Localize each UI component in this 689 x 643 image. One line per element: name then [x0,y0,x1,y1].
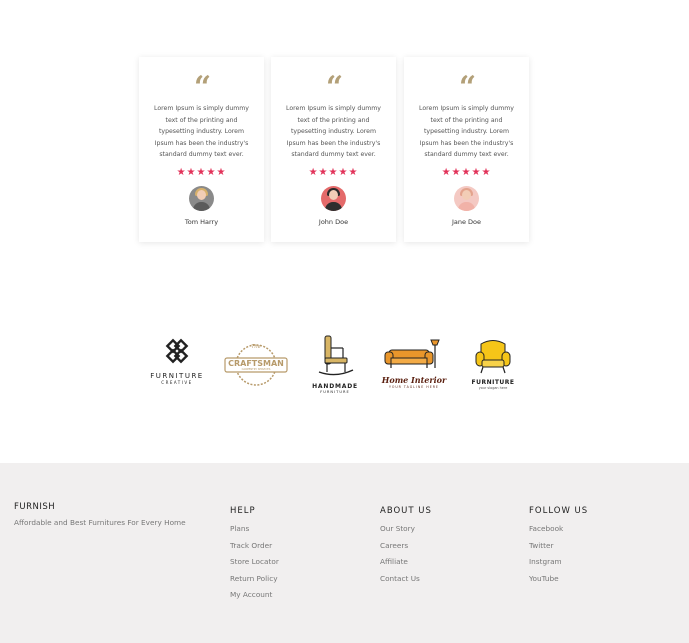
footer-column-about: ABOUT US Our Story Careers Affiliate Con… [380,506,432,591]
footer-tagline: Affordable and Best Furnitures For Every… [14,518,186,527]
logo-title: HANDMADE [312,383,358,390]
footer-link-affiliate[interactable]: Affiliate [380,558,432,566]
footer-link-my-account[interactable]: My Account [230,591,279,599]
footer-column-heading: HELP [230,506,256,516]
quote-icon: “ [458,70,476,105]
avatar [189,186,214,211]
knot-pattern-icon [165,338,189,364]
testimonial-text: Lorem Ipsum is simply dummy text of the … [154,105,249,159]
footer-column-heading: ABOUT US [380,506,432,516]
testimonial-text: Lorem Ipsum is simply dummy text of the … [419,105,514,159]
rocking-chair-icon [318,335,354,376]
reviewer-name: Jane Doe [451,218,482,226]
footer-link-twitter[interactable]: Twitter [529,541,588,550]
footer-link-instagram[interactable]: Instgram [529,558,588,566]
handmade-furniture-logo: HANDMADE FURNITURE [309,334,361,398]
logo-subtitle: your slogan here [478,386,508,390]
logo-top-text: The [251,344,261,350]
logo-subtitle: YOUR TAGLINE HERE [389,385,439,389]
logo-subtitle: CARPENTRY SERVICES [241,368,271,371]
home-interior-logo: Home Interior YOUR TAGLINE HERE [381,334,447,398]
footer-link-careers[interactable]: Careers [380,541,432,550]
quote-icon: “ [325,70,343,105]
footer-link-return-policy[interactable]: Return Policy [230,574,279,583]
footer-link-contact-us[interactable]: Contact Us [380,574,432,583]
partner-logos: FURNITURE CREATIVE The CRAFTSMAN CARPENT… [139,334,529,398]
rating-stars-icon: ★★★★★ [176,167,227,178]
testimonial-text: Lorem Ipsum is simply dummy text of the … [286,105,381,159]
sofa-lamp-icon [384,339,440,368]
furniture-armchair-logo: FURNITURE your slogan here [467,334,519,398]
footer-column-help: HELP Plans Track Order Store Locator Ret… [230,506,279,608]
footer-link-our-story[interactable]: Our Story [380,525,432,533]
reviewer-name: Tom Harry [184,218,219,226]
logo-subtitle: CREATIVE [161,380,193,385]
avatar [321,186,346,211]
footer-link-facebook[interactable]: Facebook [529,525,588,533]
footer-brand: FURNISH [14,502,56,512]
testimonial-card: “ Lorem Ipsum is simply dummy text of th… [404,57,529,242]
logo-title: Home Interior [381,375,447,385]
armchair-icon [475,340,511,374]
rating-stars-icon: ★★★★★ [308,167,359,178]
testimonials-section: “ Lorem Ipsum is simply dummy text of th… [139,57,529,242]
testimonial-card: “ Lorem Ipsum is simply dummy text of th… [139,57,264,242]
rating-stars-icon: ★★★★★ [441,167,492,178]
avatar [454,186,479,211]
footer-column-heading: FOLLOW US [529,506,589,516]
testimonial-card: “ Lorem Ipsum is simply dummy text of th… [271,57,396,242]
footer-link-track-order[interactable]: Track Order [230,541,279,550]
quote-icon: “ [193,70,211,105]
logo-subtitle: FURNITURE [320,390,350,394]
footer: FURNISH Affordable and Best Furnitures F… [0,463,689,643]
reviewer-name: John Doe [318,218,349,226]
footer-link-youtube[interactable]: YouTube [529,574,588,583]
footer-link-store-locator[interactable]: Store Locator [230,558,279,566]
logo-title: FURNITURE [150,372,204,380]
furniture-creative-logo: FURNITURE CREATIVE [147,334,207,398]
logo-title: CRAFTSMAN [228,359,284,368]
craftsman-logo: The CRAFTSMAN CARPENTRY SERVICES [223,334,289,398]
footer-link-plans[interactable]: Plans [230,525,279,533]
footer-column-follow: FOLLOW US Facebook Twitter Instgram YouT… [529,506,588,591]
logo-title: FURNITURE [471,379,515,386]
